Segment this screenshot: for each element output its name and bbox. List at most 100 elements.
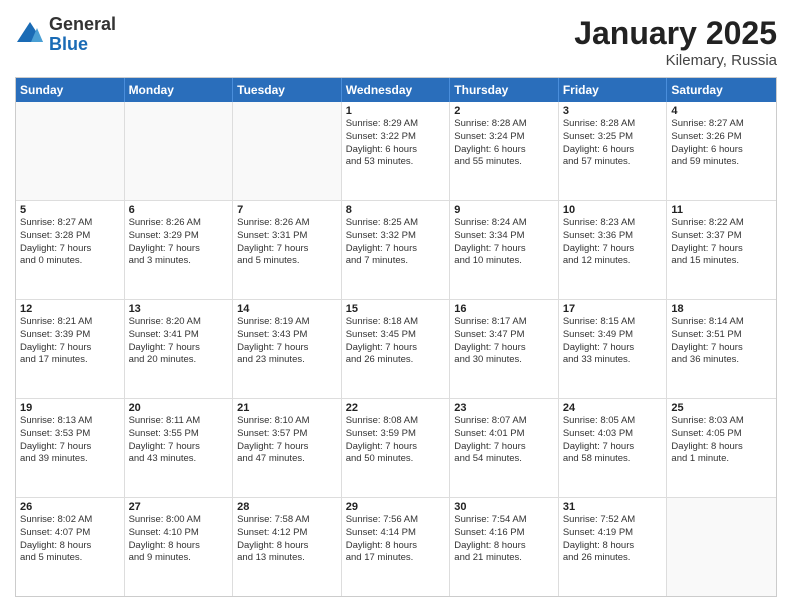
calendar-cell: 8Sunrise: 8:25 AM Sunset: 3:32 PM Daylig… xyxy=(342,201,451,299)
day-number: 28 xyxy=(237,501,337,513)
weekday-header: Sunday xyxy=(16,78,125,102)
day-number: 11 xyxy=(671,204,772,216)
day-number: 17 xyxy=(563,303,663,315)
calendar-cell: 11Sunrise: 8:22 AM Sunset: 3:37 PM Dayli… xyxy=(667,201,776,299)
calendar-row: 1Sunrise: 8:29 AM Sunset: 3:22 PM Daylig… xyxy=(16,102,776,201)
cell-info: Sunrise: 8:25 AM Sunset: 3:32 PM Dayligh… xyxy=(346,217,446,268)
weekday-header: Monday xyxy=(125,78,234,102)
weekday-header: Saturday xyxy=(667,78,776,102)
calendar-cell: 3Sunrise: 8:28 AM Sunset: 3:25 PM Daylig… xyxy=(559,102,668,200)
day-number: 6 xyxy=(129,204,229,216)
cell-info: Sunrise: 7:54 AM Sunset: 4:16 PM Dayligh… xyxy=(454,514,554,565)
day-number: 21 xyxy=(237,402,337,414)
day-number: 12 xyxy=(20,303,120,315)
calendar-cell: 26Sunrise: 8:02 AM Sunset: 4:07 PM Dayli… xyxy=(16,498,125,596)
day-number: 10 xyxy=(563,204,663,216)
day-number: 8 xyxy=(346,204,446,216)
cell-info: Sunrise: 8:20 AM Sunset: 3:41 PM Dayligh… xyxy=(129,316,229,367)
calendar-row: 26Sunrise: 8:02 AM Sunset: 4:07 PM Dayli… xyxy=(16,498,776,596)
calendar-cell: 30Sunrise: 7:54 AM Sunset: 4:16 PM Dayli… xyxy=(450,498,559,596)
month-title: January 2025 xyxy=(574,15,777,52)
location: Kilemary, Russia xyxy=(574,52,777,69)
calendar-cell: 5Sunrise: 8:27 AM Sunset: 3:28 PM Daylig… xyxy=(16,201,125,299)
day-number: 15 xyxy=(346,303,446,315)
cell-info: Sunrise: 8:28 AM Sunset: 3:24 PM Dayligh… xyxy=(454,118,554,169)
cell-info: Sunrise: 8:26 AM Sunset: 3:31 PM Dayligh… xyxy=(237,217,337,268)
cell-info: Sunrise: 8:00 AM Sunset: 4:10 PM Dayligh… xyxy=(129,514,229,565)
logo: General Blue xyxy=(15,15,116,55)
cell-info: Sunrise: 8:24 AM Sunset: 3:34 PM Dayligh… xyxy=(454,217,554,268)
calendar-cell: 10Sunrise: 8:23 AM Sunset: 3:36 PM Dayli… xyxy=(559,201,668,299)
cell-info: Sunrise: 7:58 AM Sunset: 4:12 PM Dayligh… xyxy=(237,514,337,565)
cell-info: Sunrise: 8:27 AM Sunset: 3:28 PM Dayligh… xyxy=(20,217,120,268)
cell-info: Sunrise: 8:23 AM Sunset: 3:36 PM Dayligh… xyxy=(563,217,663,268)
cell-info: Sunrise: 8:18 AM Sunset: 3:45 PM Dayligh… xyxy=(346,316,446,367)
day-number: 3 xyxy=(563,105,663,117)
day-number: 4 xyxy=(671,105,772,117)
cell-info: Sunrise: 8:14 AM Sunset: 3:51 PM Dayligh… xyxy=(671,316,772,367)
logo-text: General Blue xyxy=(49,15,116,55)
cell-info: Sunrise: 8:03 AM Sunset: 4:05 PM Dayligh… xyxy=(671,415,772,466)
calendar-cell: 20Sunrise: 8:11 AM Sunset: 3:55 PM Dayli… xyxy=(125,399,234,497)
logo-blue: Blue xyxy=(49,35,116,55)
calendar-cell: 23Sunrise: 8:07 AM Sunset: 4:01 PM Dayli… xyxy=(450,399,559,497)
calendar-cell: 31Sunrise: 7:52 AM Sunset: 4:19 PM Dayli… xyxy=(559,498,668,596)
calendar-cell: 27Sunrise: 8:00 AM Sunset: 4:10 PM Dayli… xyxy=(125,498,234,596)
calendar-cell: 6Sunrise: 8:26 AM Sunset: 3:29 PM Daylig… xyxy=(125,201,234,299)
logo-general: General xyxy=(49,15,116,35)
day-number: 30 xyxy=(454,501,554,513)
weekday-header: Thursday xyxy=(450,78,559,102)
cell-info: Sunrise: 8:13 AM Sunset: 3:53 PM Dayligh… xyxy=(20,415,120,466)
day-number: 5 xyxy=(20,204,120,216)
weekday-header: Tuesday xyxy=(233,78,342,102)
day-number: 31 xyxy=(563,501,663,513)
day-number: 19 xyxy=(20,402,120,414)
cell-info: Sunrise: 8:22 AM Sunset: 3:37 PM Dayligh… xyxy=(671,217,772,268)
calendar-cell xyxy=(125,102,234,200)
day-number: 14 xyxy=(237,303,337,315)
day-number: 22 xyxy=(346,402,446,414)
title-block: January 2025 Kilemary, Russia xyxy=(574,15,777,69)
calendar-cell: 21Sunrise: 8:10 AM Sunset: 3:57 PM Dayli… xyxy=(233,399,342,497)
day-number: 1 xyxy=(346,105,446,117)
calendar-cell xyxy=(667,498,776,596)
weekday-header: Wednesday xyxy=(342,78,451,102)
calendar-cell: 13Sunrise: 8:20 AM Sunset: 3:41 PM Dayli… xyxy=(125,300,234,398)
day-number: 7 xyxy=(237,204,337,216)
cell-info: Sunrise: 8:15 AM Sunset: 3:49 PM Dayligh… xyxy=(563,316,663,367)
cell-info: Sunrise: 8:28 AM Sunset: 3:25 PM Dayligh… xyxy=(563,118,663,169)
day-number: 16 xyxy=(454,303,554,315)
header: General Blue January 2025 Kilemary, Russ… xyxy=(15,15,777,69)
day-number: 2 xyxy=(454,105,554,117)
calendar-cell: 14Sunrise: 8:19 AM Sunset: 3:43 PM Dayli… xyxy=(233,300,342,398)
cell-info: Sunrise: 8:21 AM Sunset: 3:39 PM Dayligh… xyxy=(20,316,120,367)
calendar-cell: 15Sunrise: 8:18 AM Sunset: 3:45 PM Dayli… xyxy=(342,300,451,398)
calendar-cell xyxy=(233,102,342,200)
cell-info: Sunrise: 8:29 AM Sunset: 3:22 PM Dayligh… xyxy=(346,118,446,169)
cell-info: Sunrise: 8:27 AM Sunset: 3:26 PM Dayligh… xyxy=(671,118,772,169)
calendar-cell: 28Sunrise: 7:58 AM Sunset: 4:12 PM Dayli… xyxy=(233,498,342,596)
cell-info: Sunrise: 8:07 AM Sunset: 4:01 PM Dayligh… xyxy=(454,415,554,466)
cell-info: Sunrise: 8:26 AM Sunset: 3:29 PM Dayligh… xyxy=(129,217,229,268)
calendar-cell: 12Sunrise: 8:21 AM Sunset: 3:39 PM Dayli… xyxy=(16,300,125,398)
day-number: 9 xyxy=(454,204,554,216)
calendar-cell: 22Sunrise: 8:08 AM Sunset: 3:59 PM Dayli… xyxy=(342,399,451,497)
day-number: 29 xyxy=(346,501,446,513)
calendar-cell: 24Sunrise: 8:05 AM Sunset: 4:03 PM Dayli… xyxy=(559,399,668,497)
calendar-cell: 25Sunrise: 8:03 AM Sunset: 4:05 PM Dayli… xyxy=(667,399,776,497)
calendar-cell: 18Sunrise: 8:14 AM Sunset: 3:51 PM Dayli… xyxy=(667,300,776,398)
calendar: SundayMondayTuesdayWednesdayThursdayFrid… xyxy=(15,77,777,597)
calendar-cell: 17Sunrise: 8:15 AM Sunset: 3:49 PM Dayli… xyxy=(559,300,668,398)
day-number: 27 xyxy=(129,501,229,513)
day-number: 26 xyxy=(20,501,120,513)
calendar-cell: 2Sunrise: 8:28 AM Sunset: 3:24 PM Daylig… xyxy=(450,102,559,200)
calendar-body: 1Sunrise: 8:29 AM Sunset: 3:22 PM Daylig… xyxy=(16,102,776,596)
cell-info: Sunrise: 8:11 AM Sunset: 3:55 PM Dayligh… xyxy=(129,415,229,466)
weekday-header: Friday xyxy=(559,78,668,102)
calendar-header: SundayMondayTuesdayWednesdayThursdayFrid… xyxy=(16,78,776,102)
day-number: 20 xyxy=(129,402,229,414)
calendar-cell: 16Sunrise: 8:17 AM Sunset: 3:47 PM Dayli… xyxy=(450,300,559,398)
calendar-cell: 29Sunrise: 7:56 AM Sunset: 4:14 PM Dayli… xyxy=(342,498,451,596)
cell-info: Sunrise: 8:02 AM Sunset: 4:07 PM Dayligh… xyxy=(20,514,120,565)
cell-info: Sunrise: 8:05 AM Sunset: 4:03 PM Dayligh… xyxy=(563,415,663,466)
